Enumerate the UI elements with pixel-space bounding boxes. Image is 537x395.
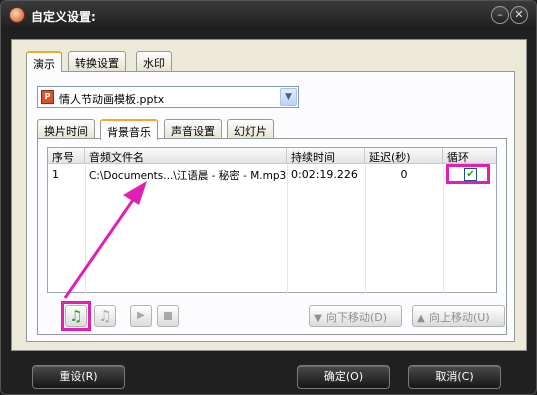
- tab-background-music[interactable]: 背景音乐: [100, 119, 158, 140]
- arrow-up-icon: ▲: [417, 313, 425, 324]
- remove-music-icon[interactable]: ♫: [94, 305, 116, 327]
- chevron-down-icon[interactable]: ▼: [280, 88, 297, 106]
- column-header-loop[interactable]: 循环: [443, 148, 496, 164]
- dialog-body: 演示 转换设置 水印 P 情人节动画模板.pptx ▼ 换片时间 背景音乐 声音…: [11, 39, 527, 351]
- row-filename: C:\Documents...\江语晨 - 秘密 - M.mp3: [89, 170, 287, 182]
- tab-slides[interactable]: 幻灯片: [227, 119, 274, 139]
- tab-sound-settings[interactable]: 声音设置: [164, 119, 222, 139]
- music-table: 序号 音频文件名 持续时间 延迟(秒) 循环 1 C:\Documents...…: [47, 147, 497, 293]
- column-header-duration[interactable]: 持续时间: [287, 148, 365, 164]
- move-down-button[interactable]: ▼ 向下移动(D): [309, 305, 402, 327]
- settings-dialog: 自定义设置: – ✕ 演示 转换设置 水印 P 情人节动画模板.pptx ▼ 换…: [0, 0, 537, 395]
- column-header-index[interactable]: 序号: [48, 148, 85, 164]
- ok-button[interactable]: 确定(O): [297, 365, 390, 389]
- table-row[interactable]: 1 C:\Documents...\江语晨 - 秘密 - M.mp3 0:02:…: [48, 165, 496, 183]
- arrow-down-icon: ▼: [314, 313, 322, 324]
- pptx-file-icon: P: [41, 90, 54, 104]
- tab-presentation[interactable]: 演示: [26, 51, 62, 72]
- column-header-filename[interactable]: 音频文件名: [85, 148, 287, 164]
- row-duration: 0:02:19.226: [291, 168, 358, 181]
- tab-conversion-settings[interactable]: 转换设置: [68, 51, 126, 71]
- tab-watermark[interactable]: 水印: [136, 51, 172, 71]
- column-divider: [287, 164, 288, 293]
- file-select-value: 情人节动画模板.pptx: [59, 93, 165, 106]
- table-header: 序号 音频文件名 持续时间 延迟(秒) 循环: [48, 148, 496, 164]
- move-up-button[interactable]: ▲ 向上移动(U): [412, 305, 505, 327]
- row-index: 1: [52, 168, 59, 181]
- move-up-label: 向上移动(U): [429, 311, 490, 324]
- cancel-button[interactable]: 取消(C): [408, 365, 501, 389]
- window-title: 自定义设置:: [31, 10, 96, 24]
- row-delay: 0: [400, 168, 408, 181]
- minimize-button[interactable]: –: [491, 6, 509, 24]
- add-music-highlight-box: [61, 301, 91, 331]
- app-icon: [9, 7, 25, 23]
- file-select[interactable]: P 情人节动画模板.pptx ▼: [37, 86, 299, 108]
- column-divider: [365, 164, 366, 293]
- play-icon[interactable]: ▶: [130, 305, 152, 327]
- move-down-label: 向下移动(D): [326, 311, 388, 324]
- close-button[interactable]: ✕: [510, 6, 528, 24]
- reset-button[interactable]: 重设(R): [32, 365, 125, 389]
- stop-icon[interactable]: [157, 305, 179, 327]
- loop-highlight-box: [446, 164, 490, 184]
- column-divider: [443, 164, 444, 293]
- presentation-panel: P 情人节动画模板.pptx ▼ 换片时间 背景音乐 声音设置 幻灯片 序号 音…: [26, 71, 515, 342]
- column-header-delay[interactable]: 延迟(秒): [365, 148, 443, 164]
- background-music-panel: 序号 音频文件名 持续时间 延迟(秒) 循环 1 C:\Documents...…: [37, 138, 507, 335]
- title-bar[interactable]: 自定义设置: – ✕: [1, 1, 536, 31]
- column-divider: [85, 164, 86, 293]
- tab-slide-timing[interactable]: 换片时间: [37, 119, 95, 139]
